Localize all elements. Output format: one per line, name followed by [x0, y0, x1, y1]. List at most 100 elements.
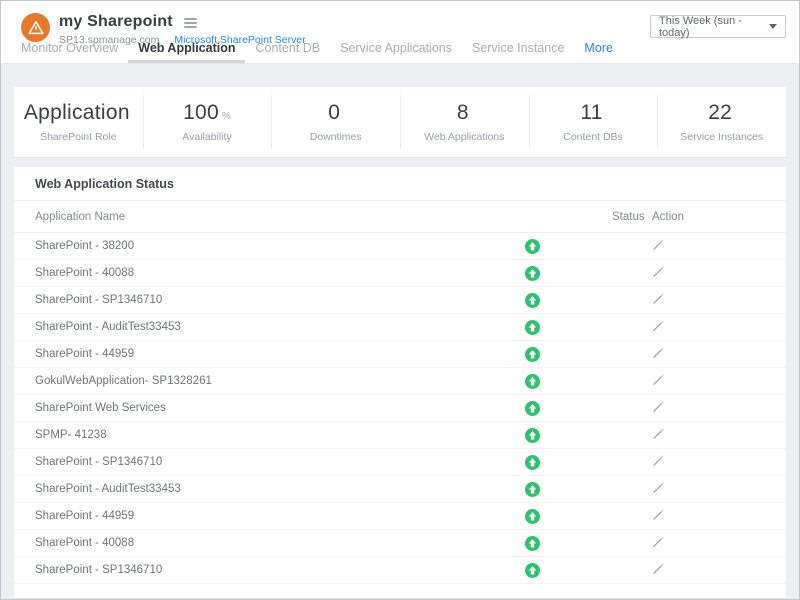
- action-cell: [650, 346, 765, 362]
- status-cell: [452, 266, 612, 281]
- tab-service-instance[interactable]: Service Instance: [462, 41, 574, 63]
- edit-button[interactable]: [652, 454, 665, 467]
- status-up-icon: [525, 374, 540, 389]
- pencil-icon: [652, 427, 665, 440]
- status-cell: [452, 401, 612, 416]
- status-cell: [452, 347, 612, 362]
- table-body: SharePoint - 38200 SharePoint - 40088: [14, 233, 786, 584]
- tab-content-db[interactable]: Content DB: [245, 41, 330, 63]
- stat-item: 100% Availability: [143, 101, 272, 143]
- tab-web-application[interactable]: Web Application: [128, 41, 245, 63]
- action-cell: [650, 427, 765, 443]
- edit-button[interactable]: [652, 265, 665, 278]
- status-up-icon: [525, 293, 540, 308]
- app-name-cell: GokulWebApplication- SP1328261: [35, 375, 452, 387]
- pencil-icon: [652, 346, 665, 359]
- edit-button[interactable]: [652, 535, 665, 548]
- monitor-logo: [21, 13, 50, 42]
- table-row: SharePoint - 40088: [14, 530, 786, 557]
- table-row: SharePoint - SP1346710: [14, 287, 786, 314]
- page-title: my Sharepoint: [59, 13, 173, 31]
- time-range-value: This Week (sun - today): [659, 15, 769, 39]
- pencil-icon: [652, 400, 665, 413]
- stats-card: Application SharePoint Role 100% Availab…: [14, 87, 786, 157]
- action-cell: [650, 562, 765, 578]
- table-row: SharePoint - SP1346710: [14, 449, 786, 476]
- caret-down-icon: [769, 24, 777, 29]
- stat-value: 11: [580, 101, 602, 124]
- status-up-icon: [525, 536, 540, 551]
- status-up-icon: [525, 347, 540, 362]
- app-name-cell: SharePoint - SP1346710: [35, 564, 452, 576]
- stat-label: Content DBs: [529, 131, 658, 143]
- table-row: SharePoint - 44959: [14, 503, 786, 530]
- edit-button[interactable]: [652, 400, 665, 413]
- pencil-icon: [652, 265, 665, 278]
- pencil-icon: [652, 454, 665, 467]
- status-up-icon: [525, 482, 540, 497]
- app-name-cell: SharePoint - 40088: [35, 267, 452, 279]
- stat-value: 8: [457, 101, 469, 124]
- status-cell: [452, 320, 612, 335]
- pencil-icon: [652, 508, 665, 521]
- status-cell: [452, 293, 612, 308]
- app-name-cell: SPMP- 41238: [35, 429, 452, 441]
- stat-item: 8 Web Applications: [400, 101, 529, 143]
- status-up-icon: [525, 563, 540, 578]
- edit-button[interactable]: [652, 238, 665, 251]
- app-name-cell: SharePoint - 44959: [35, 348, 452, 360]
- stat-label: SharePoint Role: [14, 131, 143, 143]
- pencil-icon: [652, 562, 665, 575]
- pencil-icon: [652, 535, 665, 548]
- stat-item: 22 Service Instances: [657, 101, 786, 143]
- table-row: SharePoint - AuditTest33453: [14, 476, 786, 503]
- stat-label: Service Instances: [657, 131, 786, 143]
- tab-service-applications[interactable]: Service Applications: [330, 41, 462, 63]
- pencil-icon: [652, 373, 665, 386]
- action-cell: [650, 400, 765, 416]
- edit-button[interactable]: [652, 292, 665, 305]
- column-header-application-name: Application Name: [35, 211, 452, 223]
- edit-button[interactable]: [652, 373, 665, 386]
- table-row: SharePoint - 38200: [14, 233, 786, 260]
- app-name-cell: SharePoint - SP1346710: [35, 456, 452, 468]
- column-header-action: Action: [650, 211, 765, 223]
- app-name-cell: SharePoint - AuditTest33453: [35, 321, 452, 333]
- hamburger-menu-icon[interactable]: [184, 16, 197, 28]
- status-up-icon: [525, 320, 540, 335]
- status-cell: [452, 482, 612, 497]
- status-up-icon: [525, 428, 540, 443]
- edit-button[interactable]: [652, 508, 665, 521]
- action-cell: [650, 454, 765, 470]
- stat-value: 0: [328, 101, 340, 124]
- edit-button[interactable]: [652, 481, 665, 494]
- time-range-select[interactable]: This Week (sun - today): [650, 15, 786, 38]
- table-row: SharePoint - AuditTest33453: [14, 314, 786, 341]
- action-cell: [650, 319, 765, 335]
- tab-more[interactable]: More: [574, 41, 622, 63]
- app-name-cell: SharePoint Web Services: [35, 402, 452, 414]
- stat-item: 0 Downtimes: [271, 101, 400, 143]
- stat-item: 11 Content DBs: [529, 101, 658, 143]
- edit-button[interactable]: [652, 427, 665, 440]
- warning-triangle-icon: [28, 20, 44, 35]
- status-cell: [452, 455, 612, 470]
- action-cell: [650, 265, 765, 281]
- status-cell: [452, 428, 612, 443]
- stat-unit: %: [222, 111, 231, 122]
- action-cell: [650, 508, 765, 524]
- table-row: SharePoint - 40088: [14, 260, 786, 287]
- edit-button[interactable]: [652, 562, 665, 575]
- tab-monitor-overview[interactable]: Monitor Overview: [11, 41, 128, 63]
- stat-item: Application SharePoint Role: [14, 101, 143, 143]
- pencil-icon: [652, 292, 665, 305]
- column-header-status: Status: [612, 211, 650, 223]
- action-cell: [650, 238, 765, 254]
- status-up-icon: [525, 239, 540, 254]
- stat-label: Downtimes: [271, 131, 400, 143]
- edit-button[interactable]: [652, 346, 665, 359]
- status-cell: [452, 536, 612, 551]
- status-up-icon: [525, 509, 540, 524]
- edit-button[interactable]: [652, 319, 665, 332]
- app-name-cell: SharePoint - AuditTest33453: [35, 483, 452, 495]
